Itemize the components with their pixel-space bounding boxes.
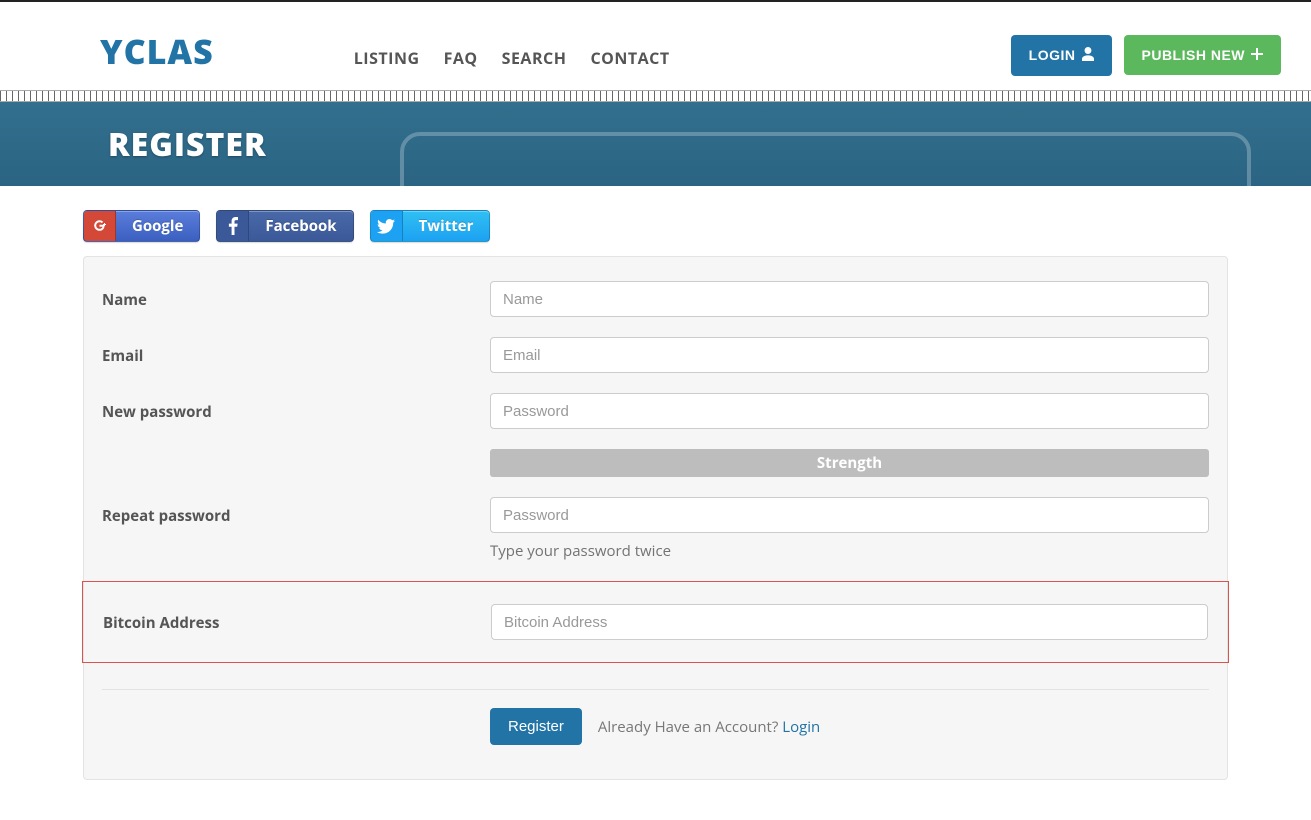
bitcoin-input[interactable] (491, 604, 1208, 640)
twitter-label: Twitter (403, 211, 490, 241)
repeat-password-label: Repeat password (102, 497, 490, 526)
publish-label: PUBLISH NEW (1142, 47, 1246, 63)
ruler-decoration (0, 90, 1311, 102)
name-input[interactable] (490, 281, 1209, 317)
page-title: REGISTER (108, 123, 267, 166)
login-label: LOGIN (1029, 47, 1076, 63)
brand-logo[interactable]: YCLAS (100, 28, 214, 74)
new-password-input[interactable] (490, 393, 1209, 429)
facebook-login-button[interactable]: Facebook (216, 210, 353, 242)
facebook-label: Facebook (249, 211, 352, 241)
login-button[interactable]: LOGIN (1011, 35, 1112, 76)
header: YCLAS LISTING FAQ SEARCH CONTACT LOGIN P… (0, 2, 1311, 90)
separator (102, 689, 1209, 690)
repeat-password-input[interactable] (490, 497, 1209, 533)
header-actions: LOGIN PUBLISH NEW (1011, 35, 1281, 76)
password-strength-bar: Strength (490, 449, 1209, 477)
google-label: Google (116, 211, 199, 241)
login-link[interactable]: Login (782, 717, 820, 737)
nav-listing[interactable]: LISTING (354, 47, 420, 69)
new-password-label: New password (102, 393, 490, 422)
already-text: Already Have an Account? (598, 717, 778, 737)
nav-search[interactable]: SEARCH (502, 47, 567, 69)
register-form-panel: Name Email New password Strength R (83, 256, 1228, 780)
email-input[interactable] (490, 337, 1209, 373)
google-icon (84, 211, 116, 241)
nav-faq[interactable]: FAQ (444, 47, 478, 69)
already-have-account: Already Have an Account? Login (598, 717, 820, 737)
plus-icon (1251, 47, 1263, 63)
user-icon (1082, 47, 1094, 64)
nav-contact[interactable]: CONTACT (590, 47, 669, 69)
social-login-row: Google Facebook Twitter (83, 210, 1228, 242)
publish-new-button[interactable]: PUBLISH NEW (1124, 35, 1282, 75)
main-nav: LISTING FAQ SEARCH CONTACT (354, 47, 670, 69)
register-button[interactable]: Register (490, 708, 582, 745)
form-actions: Register Already Have an Account? Login (490, 708, 1209, 745)
page-banner: REGISTER (0, 102, 1311, 186)
facebook-icon (217, 211, 249, 241)
twitter-login-button[interactable]: Twitter (370, 210, 491, 242)
email-label: Email (102, 337, 490, 366)
twitter-icon (371, 211, 403, 241)
google-login-button[interactable]: Google (83, 210, 200, 242)
bitcoin-row-highlighted: Bitcoin Address (82, 581, 1229, 663)
bitcoin-label: Bitcoin Address (103, 604, 491, 640)
name-label: Name (102, 281, 490, 310)
repeat-password-help: Type your password twice (490, 541, 1209, 561)
